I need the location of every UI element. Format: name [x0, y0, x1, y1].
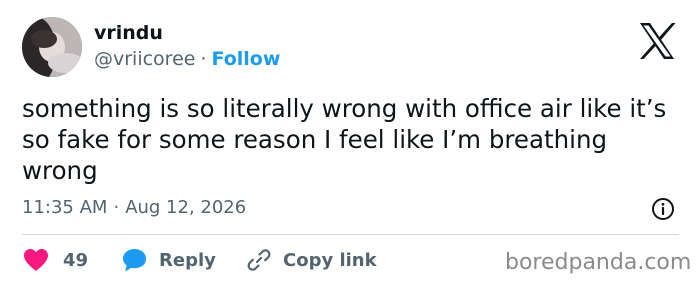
tweet-date: Aug 12, 2026: [125, 197, 247, 218]
tweet-timestamp[interactable]: 11:35 AM · Aug 12, 2026: [22, 197, 246, 218]
tweet-time: 11:35 AM: [22, 197, 108, 218]
tweet-text: something is so literally wrong with off…: [22, 94, 667, 185]
follow-button[interactable]: Follow: [212, 48, 281, 70]
source-watermark: boredpanda.com: [505, 250, 692, 275]
avatar[interactable]: [22, 17, 82, 77]
author-handle[interactable]: @vriicoree: [94, 48, 195, 70]
tweet-card: vrindu @vriicoree · Follow something is so…: [0, 0, 700, 287]
link-icon: [247, 249, 271, 271]
avatar-photo: [22, 17, 82, 77]
reply-button[interactable]: Reply: [121, 246, 216, 274]
copy-link-label: Copy link: [283, 249, 377, 271]
like-button[interactable]: 49: [22, 246, 88, 274]
handle-separator: ·: [200, 48, 207, 70]
reply-label: Reply: [159, 249, 216, 271]
info-icon[interactable]: [651, 197, 675, 221]
author-display-name[interactable]: vrindu: [94, 22, 163, 44]
copy-link-button[interactable]: Copy link: [246, 246, 377, 274]
author-handle-row: @vriicoree · Follow: [94, 48, 280, 70]
timestamp-separator: ·: [113, 197, 120, 218]
heart-icon: [24, 249, 48, 271]
like-count: 49: [63, 249, 89, 271]
divider: [22, 234, 679, 235]
x-logo-icon[interactable]: [636, 20, 678, 62]
reply-bubble-icon: [123, 249, 146, 272]
